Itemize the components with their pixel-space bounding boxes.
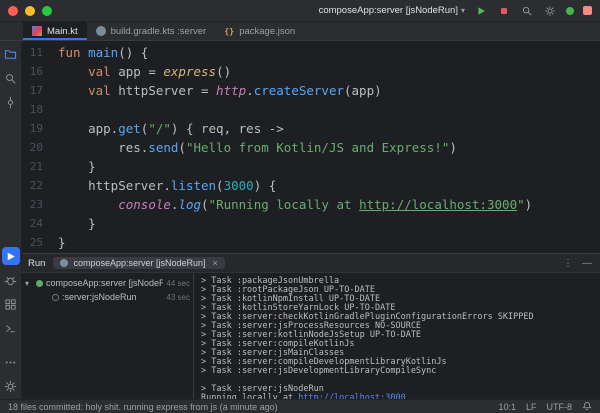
window-controls bbox=[8, 6, 52, 16]
code-line[interactable]: 16 val app = express() bbox=[22, 62, 600, 81]
code-line[interactable]: 24 } bbox=[22, 214, 600, 233]
green-status-icon bbox=[566, 7, 574, 15]
tab-main-kt[interactable]: Main.kt bbox=[23, 22, 87, 40]
file-encoding[interactable]: UTF-8 bbox=[547, 402, 573, 412]
line-number: 23 bbox=[22, 195, 58, 214]
activity-bar bbox=[0, 41, 22, 399]
code-line[interactable]: 20 res.send("Hello from Kotlin/JS and Ex… bbox=[22, 138, 600, 157]
tab-label: build.gradle.kts :server bbox=[111, 26, 207, 37]
hide-panel-icon[interactable]: — bbox=[582, 258, 592, 269]
close-icon[interactable]: × bbox=[213, 258, 218, 268]
task-running-icon bbox=[36, 280, 43, 287]
search-everywhere-icon[interactable] bbox=[520, 4, 534, 18]
search-icon[interactable] bbox=[2, 69, 20, 87]
status-bar: 18 files committed: holy shit. running e… bbox=[0, 399, 600, 413]
code-line[interactable]: 18 bbox=[22, 100, 600, 119]
tree-node-label: composeApp:server [jsNodeRun]: Building … bbox=[46, 278, 163, 288]
code-line[interactable]: 21 } bbox=[22, 157, 600, 176]
notifications-bell-icon[interactable] bbox=[582, 401, 592, 413]
code-text: } bbox=[58, 157, 96, 176]
tree-node-duration: 44 sec bbox=[166, 279, 190, 288]
terminal-icon[interactable] bbox=[2, 319, 20, 337]
record-icon bbox=[583, 6, 592, 15]
code-text: fun main() { bbox=[58, 43, 148, 62]
code-text: res.send("Hello from Kotlin/JS and Expre… bbox=[58, 138, 457, 157]
run-tab-label: composeApp:server [jsNodeRun] bbox=[73, 258, 205, 268]
titlebar: composeApp:server [jsNodeRun] ▾ bbox=[0, 0, 600, 22]
code-line[interactable]: 25} bbox=[22, 233, 600, 252]
editor[interactable]: 11fun main() {16 val app = express()17 v… bbox=[22, 41, 600, 253]
code-text: httpServer.listen(3000) { bbox=[58, 176, 276, 195]
code-line[interactable]: 17 val httpServer = http.createServer(ap… bbox=[22, 81, 600, 100]
code-line[interactable]: 23 console.log("Running locally at http:… bbox=[22, 195, 600, 214]
line-number: 21 bbox=[22, 157, 58, 176]
line-number: 17 bbox=[22, 81, 58, 100]
run-panel: Run composeApp:server [jsNodeRun] × ⋮ — … bbox=[22, 253, 600, 399]
tree-node-label: :server:jsNodeRun bbox=[62, 292, 163, 302]
code-line[interactable]: 22 httpServer.listen(3000) { bbox=[22, 176, 600, 195]
tab-label: package.json bbox=[239, 26, 295, 37]
settings-tool-icon[interactable] bbox=[2, 377, 20, 395]
code-line[interactable]: 19 app.get("/") { req, res -> bbox=[22, 119, 600, 138]
minimize-window-button[interactable] bbox=[25, 6, 35, 16]
more-tool-windows-icon[interactable] bbox=[2, 353, 20, 371]
run-icon[interactable] bbox=[2, 247, 20, 265]
run-panel-header: Run composeApp:server [jsNodeRun] × ⋮ — bbox=[22, 254, 600, 273]
line-number: 11 bbox=[22, 43, 58, 62]
tab-build-gradle-kts-server[interactable]: build.gradle.kts :server bbox=[87, 22, 216, 40]
kotlin-file-icon bbox=[32, 26, 42, 36]
gradle-file-icon bbox=[96, 26, 106, 36]
code-text: } bbox=[58, 214, 96, 233]
commit-icon[interactable] bbox=[2, 93, 20, 111]
editor-tab-bar: Main.kt build.gradle.kts :server {} package… bbox=[0, 22, 600, 41]
run-panel-title: Run bbox=[28, 258, 45, 269]
code-text: val httpServer = http.createServer(app) bbox=[58, 81, 382, 100]
line-number: 19 bbox=[22, 119, 58, 138]
run-button[interactable] bbox=[474, 4, 488, 18]
vcs-status-message[interactable]: 18 files committed: holy shit. running e… bbox=[8, 402, 278, 412]
code-line[interactable]: 11fun main() { bbox=[22, 43, 600, 62]
console-line: > Task :server:jsDevelopmentLibraryCompi… bbox=[201, 367, 600, 376]
tab-label: Main.kt bbox=[47, 26, 78, 37]
zoom-window-button[interactable] bbox=[42, 6, 52, 16]
run-config-selector[interactable]: composeApp:server [jsNodeRun] ▾ bbox=[319, 5, 465, 16]
line-number: 16 bbox=[22, 62, 58, 81]
line-number: 24 bbox=[22, 214, 58, 233]
code-text: } bbox=[58, 233, 66, 252]
console-text: > Task :server:jsDevelopmentLibraryCompi… bbox=[201, 366, 436, 376]
run-console[interactable]: > Task :packageJsonUmbrella> Task :rootP… bbox=[194, 273, 600, 399]
code-text: app.get("/") { req, res -> bbox=[58, 119, 284, 138]
code-text: val app = express() bbox=[58, 62, 231, 81]
chevron-down-icon[interactable]: ▾ bbox=[25, 279, 33, 288]
line-separator[interactable]: LF bbox=[526, 402, 537, 412]
settings-icon[interactable] bbox=[543, 4, 557, 18]
project-icon[interactable] bbox=[2, 45, 20, 63]
json-file-icon: {} bbox=[224, 26, 234, 36]
gradle-task-tree: ▾ composeApp:server [jsNodeRun]: Building… bbox=[22, 273, 194, 399]
gradle-task-icon bbox=[52, 294, 59, 301]
tree-node-duration: 43 sec bbox=[166, 293, 190, 302]
services-icon[interactable] bbox=[2, 295, 20, 313]
run-config-label: composeApp:server [jsNodeRun] bbox=[319, 5, 458, 16]
line-number: 18 bbox=[22, 100, 58, 119]
close-window-button[interactable] bbox=[8, 6, 18, 16]
ide-window: composeApp:server [jsNodeRun] ▾ Main.kt b… bbox=[0, 0, 600, 413]
code-text: console.log("Running locally at http://l… bbox=[58, 195, 532, 214]
kebab-menu-icon[interactable]: ⋮ bbox=[563, 258, 573, 269]
tree-row[interactable]: ▾ composeApp:server [jsNodeRun]: Building… bbox=[25, 276, 193, 290]
chevron-down-icon: ▾ bbox=[461, 6, 465, 15]
tab-package-json[interactable]: {} package.json bbox=[215, 22, 304, 40]
line-number: 22 bbox=[22, 176, 58, 195]
caret-position[interactable]: 10:1 bbox=[498, 402, 516, 412]
line-number: 25 bbox=[22, 233, 58, 252]
gradle-icon bbox=[60, 259, 68, 267]
run-tab[interactable]: composeApp:server [jsNodeRun] × bbox=[53, 257, 224, 269]
debug-icon[interactable] bbox=[2, 271, 20, 289]
stop-button[interactable] bbox=[497, 4, 511, 18]
tree-row[interactable]: :server:jsNodeRun43 sec bbox=[25, 290, 193, 304]
line-number: 20 bbox=[22, 138, 58, 157]
